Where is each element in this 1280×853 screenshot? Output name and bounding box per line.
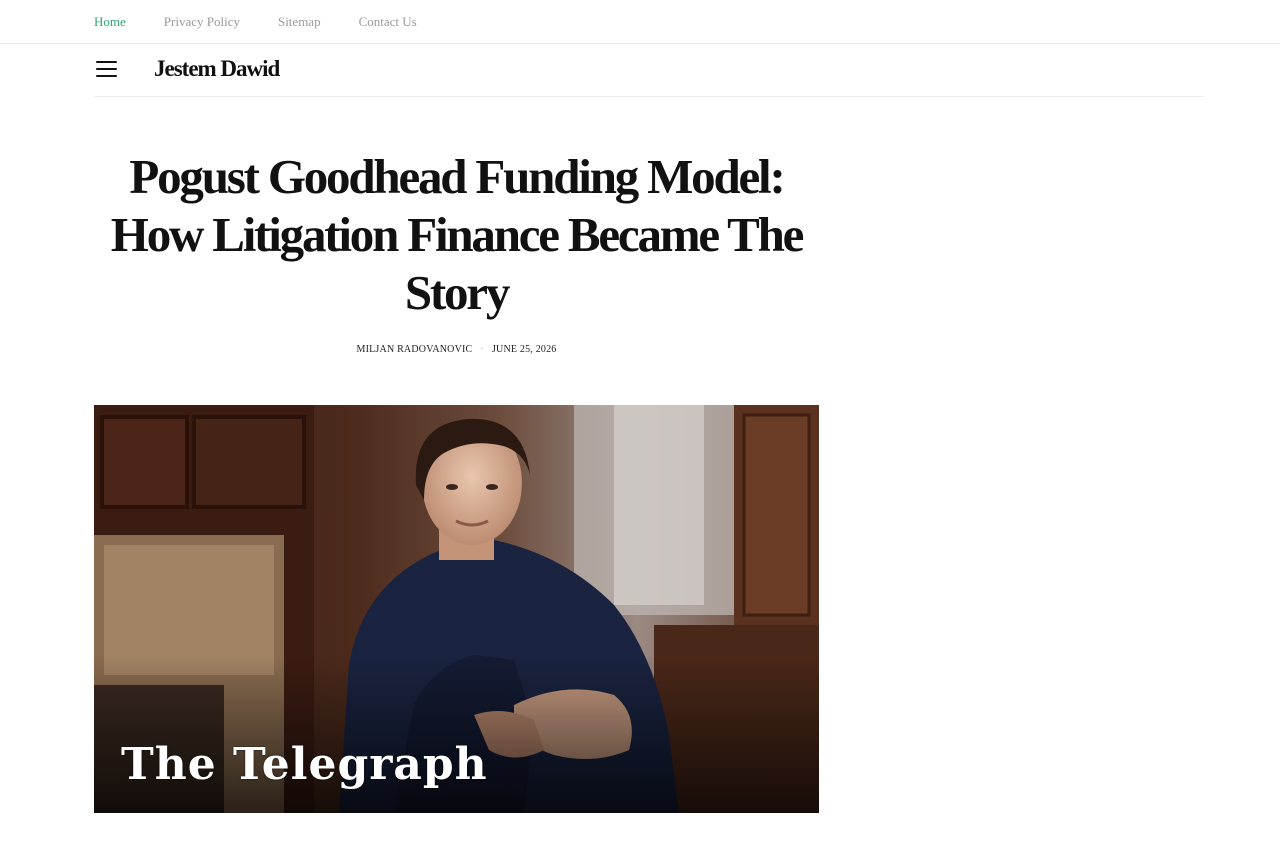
nav-link-sitemap[interactable]: Sitemap — [278, 14, 321, 30]
site-title[interactable]: Jestem Dawid — [154, 56, 280, 82]
author-link[interactable]: MILJAN RADOVANOVIC — [357, 344, 473, 355]
hamburger-menu-icon[interactable] — [96, 61, 117, 78]
nav-link-home[interactable]: Home — [94, 14, 126, 30]
meta-separator: · — [480, 344, 484, 355]
article-meta: MILJAN RADOVANOVIC · JUNE 25, 2026 — [94, 344, 819, 355]
site-header: Jestem Dawid — [94, 44, 1204, 97]
article-title: Pogust Goodhead Funding Model: How Litig… — [110, 149, 805, 320]
hamburger-line — [96, 75, 117, 77]
hamburger-line — [96, 61, 117, 63]
top-bar: Home Privacy Policy Sitemap Contact Us — [0, 0, 1280, 44]
top-nav: Home Privacy Policy Sitemap Contact Us — [94, 14, 455, 30]
nav-link-privacy-policy[interactable]: Privacy Policy — [164, 14, 240, 30]
hamburger-line — [96, 68, 117, 70]
nav-link-contact-us[interactable]: Contact Us — [359, 14, 417, 30]
featured-image: The Telegraph — [94, 405, 819, 813]
telegraph-logo: The Telegraph — [121, 739, 488, 790]
article-header: Pogust Goodhead Funding Model: How Litig… — [94, 148, 819, 355]
publish-date: JUNE 25, 2026 — [491, 344, 557, 355]
